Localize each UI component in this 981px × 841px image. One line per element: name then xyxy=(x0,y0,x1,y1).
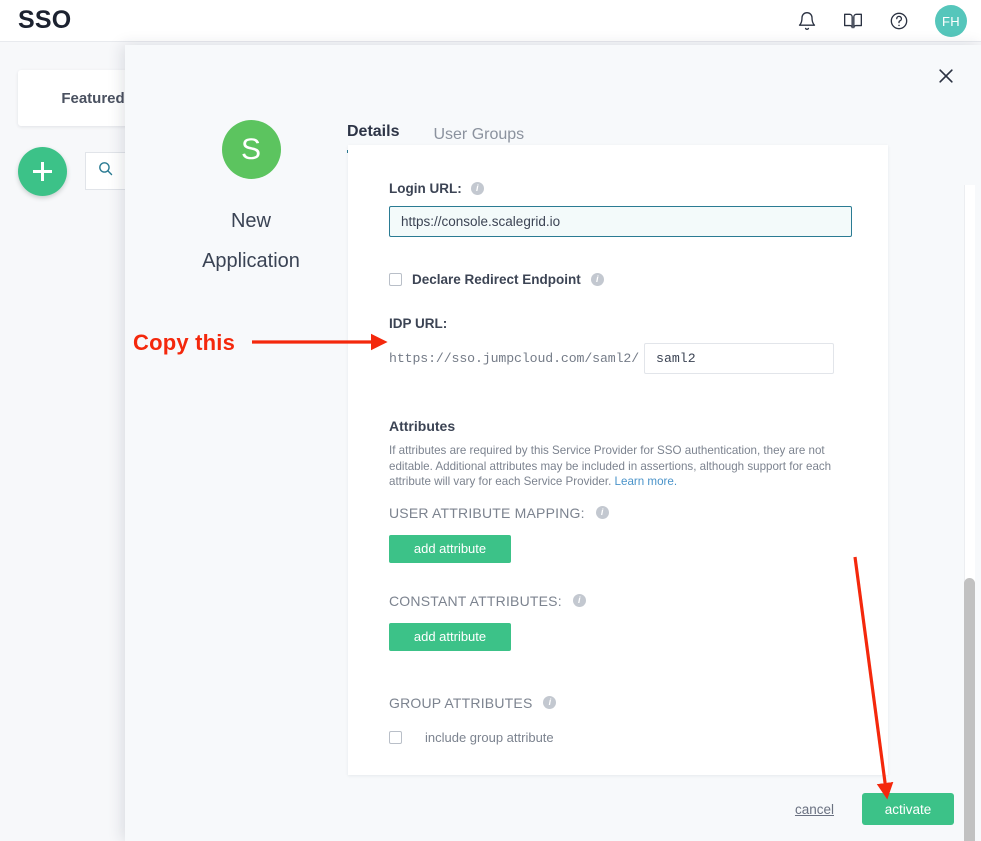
info-icon[interactable]: i xyxy=(470,182,484,195)
info-icon[interactable]: i xyxy=(543,696,557,709)
info-icon[interactable]: i xyxy=(572,594,586,607)
idp-url-label: IDP URL: xyxy=(389,316,448,331)
top-bar: SSO FH xyxy=(0,0,981,42)
constant-attributes-label: CONSTANT ATTRIBUTES: xyxy=(389,592,562,609)
login-url-label-row: Login URL: i xyxy=(389,181,848,196)
info-icon[interactable]: i xyxy=(590,273,604,286)
help-icon[interactable] xyxy=(889,11,909,31)
include-group-attribute-label: include group attribute xyxy=(425,729,554,745)
attributes-description: If attributes are required by this Servi… xyxy=(389,443,836,490)
idp-url-row: https://sso.jumpcloud.com/saml2/ xyxy=(389,343,848,374)
group-attributes-row: GROUP ATTRIBUTES i xyxy=(389,695,848,711)
book-icon[interactable] xyxy=(843,11,863,31)
include-group-attribute-checkbox[interactable] xyxy=(389,730,402,744)
application-name-line1: New xyxy=(230,210,271,232)
include-group-attribute-row: include group attribute xyxy=(389,730,848,745)
cancel-button[interactable]: cancel xyxy=(795,802,834,817)
user-attribute-mapping-row: USER ATTRIBUTE MAPPING: i xyxy=(389,505,848,521)
plus-icon xyxy=(33,162,52,181)
user-attribute-mapping-label: USER ATTRIBUTE MAPPING: xyxy=(389,504,585,521)
search-icon xyxy=(97,160,114,182)
constant-attributes-row: CONSTANT ATTRIBUTES: i xyxy=(389,593,848,609)
add-application-button[interactable] xyxy=(18,147,67,196)
featured-card-label: Featured xyxy=(61,89,125,107)
application-name-line2: Application xyxy=(202,250,300,272)
attributes-section-title: Attributes xyxy=(389,418,456,434)
application-summary: S New Application xyxy=(151,120,351,281)
add-user-attribute-button[interactable]: add attribute xyxy=(389,534,511,563)
details-panel: Login URL: i Declare Redirect Endpoint i… xyxy=(348,145,888,775)
attributes-description-text: If attributes are required by this Servi… xyxy=(389,444,832,488)
application-avatar: S xyxy=(221,120,281,179)
modal-footer: cancel activate xyxy=(795,793,954,825)
add-constant-attribute-button[interactable]: add attribute xyxy=(389,622,511,651)
login-url-input[interactable] xyxy=(389,206,852,237)
bell-icon[interactable] xyxy=(797,11,817,31)
scrollbar-thumb[interactable] xyxy=(964,578,975,841)
app-brand-title: SSO xyxy=(18,6,72,34)
topbar-actions: FH xyxy=(797,0,967,42)
idp-url-label-row: IDP URL: xyxy=(389,316,848,331)
declare-redirect-row: Declare Redirect Endpoint i xyxy=(389,272,848,287)
activate-button[interactable]: activate xyxy=(862,793,954,825)
group-attributes-label: GROUP ATTRIBUTES xyxy=(389,694,533,711)
idp-url-prefix: https://sso.jumpcloud.com/saml2/ xyxy=(389,351,640,366)
application-detail-modal: S New Application Details User Groups Lo… xyxy=(125,45,981,841)
user-avatar[interactable]: FH xyxy=(935,5,967,37)
application-name: New Application xyxy=(202,201,300,281)
learn-more-link[interactable]: Learn more. xyxy=(615,475,678,488)
close-icon[interactable] xyxy=(933,63,959,89)
login-url-label: Login URL: xyxy=(389,181,462,196)
idp-url-suffix-input[interactable] xyxy=(644,343,835,374)
info-icon[interactable]: i xyxy=(595,506,609,519)
declare-redirect-label: Declare Redirect Endpoint xyxy=(412,272,581,287)
declare-redirect-checkbox[interactable] xyxy=(389,273,402,286)
